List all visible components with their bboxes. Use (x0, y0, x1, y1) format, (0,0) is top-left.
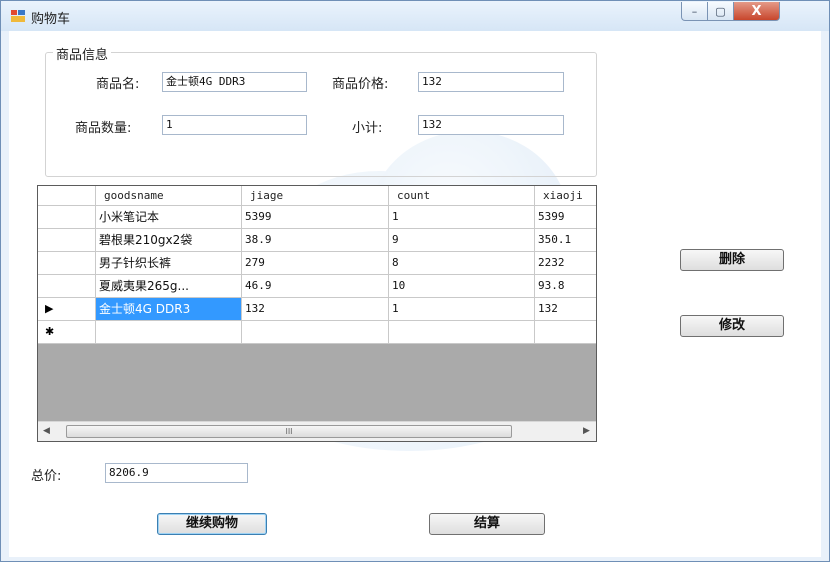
new-row-cell[interactable] (242, 321, 389, 344)
column-header-jiage[interactable]: jiage (242, 186, 389, 206)
maximize-button[interactable]: ▢ (708, 2, 734, 21)
table-cell[interactable]: 2232 (535, 252, 596, 275)
form-client-area: 商品信息 商品名: 金士顿4G DDR3 商品价格: 132 商品数量: 1 小… (9, 31, 821, 557)
maximize-icon: ▢ (715, 4, 726, 18)
table-cell[interactable]: 279 (242, 252, 389, 275)
shopping-cart-window: 购物车 – ▢ X 商品信息 商品名: 金士顿4G DDR3 商品价格: 132… (0, 0, 830, 562)
continue-shopping-button[interactable]: 继续购物 (157, 513, 267, 535)
product-price-field[interactable]: 132 (418, 72, 564, 92)
scroll-right-icon[interactable]: ▶ (578, 422, 595, 441)
table-cell[interactable]: 38.9 (242, 229, 389, 252)
table-cell[interactable]: 8 (389, 252, 535, 275)
row-header[interactable] (38, 252, 96, 275)
subtotal-label: 小计: (352, 121, 383, 136)
close-button[interactable]: X (734, 2, 780, 21)
table-cell[interactable]: 1 (389, 206, 535, 229)
cart-data-grid[interactable]: goodsname jiage count xiaoji 小米笔记本 5399 … (37, 185, 597, 442)
new-row-cell[interactable] (535, 321, 596, 344)
table-cell-selected[interactable]: 金士顿4G DDR3 (96, 298, 242, 321)
row-header[interactable] (38, 275, 96, 298)
minimize-button[interactable]: – (681, 2, 708, 21)
current-row-arrow-icon: ▶ (45, 302, 54, 315)
table-cell[interactable]: 9 (389, 229, 535, 252)
close-icon: X (751, 3, 762, 19)
table-cell[interactable]: 93.8 (535, 275, 596, 298)
scroll-left-icon[interactable]: ◀ (38, 422, 55, 441)
table-cell[interactable]: 46.9 (242, 275, 389, 298)
title-bar[interactable]: 购物车 – ▢ X (1, 1, 829, 31)
total-price-label: 总价: (31, 469, 62, 484)
grid-corner-header[interactable] (38, 186, 96, 206)
table-cell[interactable]: 碧根果210gx2袋 (96, 229, 242, 252)
row-header[interactable] (38, 229, 96, 252)
delete-button[interactable]: 删除 (680, 249, 784, 271)
product-info-group-title: 商品信息 (53, 44, 112, 63)
column-header-count[interactable]: count (389, 186, 535, 206)
window-controls: – ▢ X (681, 2, 780, 22)
horizontal-scrollbar[interactable]: ◀ III ▶ (38, 421, 596, 441)
new-row-asterisk-icon: ✱ (45, 325, 55, 338)
table-cell[interactable]: 132 (535, 298, 596, 321)
scroll-grip-icon: III (285, 427, 293, 436)
table-cell[interactable]: 10 (389, 275, 535, 298)
app-window-icon (11, 10, 25, 22)
product-quantity-label: 商品数量: (75, 121, 132, 136)
column-header-xiaoji[interactable]: xiaoji (535, 186, 596, 206)
subtotal-field[interactable]: 132 (418, 115, 564, 135)
modify-button[interactable]: 修改 (680, 315, 784, 337)
column-header-goodsname[interactable]: goodsname (96, 186, 242, 206)
product-price-label: 商品价格: (332, 77, 389, 92)
total-price-field[interactable]: 8206.9 (105, 463, 248, 483)
new-row-cell[interactable] (389, 321, 535, 344)
product-name-field[interactable]: 金士顿4G DDR3 (162, 72, 307, 92)
table-cell[interactable]: 男子针织长裤 (96, 252, 242, 275)
row-header[interactable] (38, 206, 96, 229)
checkout-button[interactable]: 结算 (429, 513, 545, 535)
new-row-cell[interactable] (96, 321, 242, 344)
table-cell[interactable]: 5399 (535, 206, 596, 229)
minimize-icon: – (691, 4, 698, 18)
product-name-label: 商品名: (96, 77, 140, 92)
table-cell[interactable]: 350.1 (535, 229, 596, 252)
row-header-new[interactable]: ✱ (38, 321, 96, 344)
table-cell[interactable]: 夏威夷果265g... (96, 275, 242, 298)
scroll-thumb[interactable]: III (66, 425, 512, 438)
row-header-current[interactable]: ▶ (38, 298, 96, 321)
table-cell[interactable]: 132 (242, 298, 389, 321)
product-quantity-field[interactable]: 1 (162, 115, 307, 135)
table-cell[interactable]: 5399 (242, 206, 389, 229)
window-title: 购物车 (31, 12, 71, 27)
table-cell[interactable]: 1 (389, 298, 535, 321)
table-cell[interactable]: 小米笔记本 (96, 206, 242, 229)
